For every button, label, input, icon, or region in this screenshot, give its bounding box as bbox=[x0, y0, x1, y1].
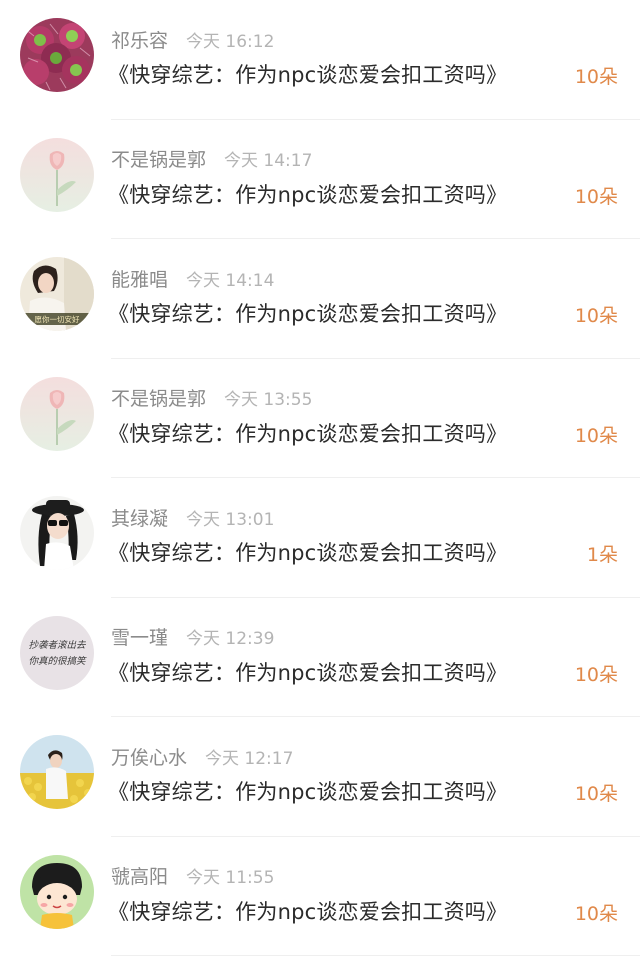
girl-photo-avatar-image: 愿你一切安好 bbox=[20, 257, 94, 331]
list-item[interactable]: 不是锅是郭 今天 13:55 《快穿综艺：作为npc谈恋爱会扣工资吗》 10朵 bbox=[0, 359, 640, 478]
list-item[interactable]: 抄袭者滚出去 你真的很搞笑 雪一瑾 今天 12:39 《快穿综艺：作为npc谈恋… bbox=[0, 598, 640, 717]
book-title[interactable]: 《快穿综艺：作为npc谈恋爱会扣工资吗》 bbox=[108, 774, 507, 810]
flower-count: 10朵 bbox=[574, 424, 618, 447]
book-title[interactable]: 《快穿综艺：作为npc谈恋爱会扣工资吗》 bbox=[108, 416, 507, 452]
list-item[interactable]: 其绿凝 今天 13:01 《快穿综艺：作为npc谈恋爱会扣工资吗》 1朵 bbox=[0, 478, 640, 598]
avatar[interactable] bbox=[20, 854, 94, 929]
divider bbox=[111, 955, 640, 956]
gift-record-list: 祁乐容 今天 16:12 《快穿综艺：作为npc谈恋爱会扣工资吗》 10朵 不是… bbox=[0, 0, 640, 960]
list-item[interactable]: 虢高阳 今天 11:55 《快穿综艺：作为npc谈恋爱会扣工资吗》 10朵 bbox=[0, 837, 640, 956]
avatar[interactable] bbox=[20, 496, 94, 570]
user-name[interactable]: 其绿凝 bbox=[111, 504, 168, 531]
user-name[interactable]: 万俟心水 bbox=[111, 743, 187, 770]
item-meta: 雪一瑾 今天 12:39 bbox=[111, 622, 274, 652]
avatar-handwriting-line1: 抄袭者滚出去 bbox=[28, 639, 87, 651]
timestamp: 今天 14:17 bbox=[224, 151, 313, 171]
list-item[interactable]: 万俟心水 今天 12:17 《快穿综艺：作为npc谈恋爱会扣工资吗》 10朵 bbox=[0, 717, 640, 837]
item-meta: 能雅唱 今天 14:14 bbox=[111, 263, 274, 293]
book-title[interactable]: 《快穿综艺：作为npc谈恋爱会扣工资吗》 bbox=[108, 177, 507, 213]
item-meta: 万俟心水 今天 12:17 bbox=[111, 741, 293, 771]
avatar[interactable] bbox=[20, 735, 94, 809]
book-title[interactable]: 《快穿综艺：作为npc谈恋爱会扣工资吗》 bbox=[108, 894, 507, 930]
flower-count: 10朵 bbox=[574, 663, 618, 686]
book-title[interactable]: 《快穿综艺：作为npc谈恋爱会扣工资吗》 bbox=[108, 57, 507, 93]
user-name[interactable]: 不是锅是郭 bbox=[111, 145, 206, 172]
book-title[interactable]: 《快穿综艺：作为npc谈恋爱会扣工资吗》 bbox=[108, 535, 507, 571]
user-name[interactable]: 雪一瑾 bbox=[111, 623, 168, 650]
item-meta: 其绿凝 今天 13:01 bbox=[111, 502, 274, 532]
list-item[interactable]: 愿你一切安好 能雅唱 今天 14:14 《快穿综艺：作为npc谈恋爱会扣工资吗》… bbox=[0, 239, 640, 359]
flower-field-avatar-image bbox=[20, 735, 94, 809]
book-title[interactable]: 《快穿综艺：作为npc谈恋爱会扣工资吗》 bbox=[108, 655, 507, 691]
handwriting-avatar-image: 抄袭者滚出去 你真的很搞笑 bbox=[20, 615, 94, 690]
avatar[interactable]: 抄袭者滚出去 你真的很搞笑 bbox=[20, 615, 94, 690]
avatar[interactable]: 愿你一切安好 bbox=[20, 257, 94, 331]
avatar-handwriting-line2: 你真的很搞笑 bbox=[28, 655, 87, 667]
tulip-avatar-image bbox=[20, 376, 94, 451]
book-title[interactable]: 《快穿综艺：作为npc谈恋爱会扣工资吗》 bbox=[108, 296, 507, 332]
user-name[interactable]: 不是锅是郭 bbox=[111, 384, 206, 411]
timestamp: 今天 11:55 bbox=[186, 868, 275, 888]
item-meta: 祁乐容 今天 16:12 bbox=[111, 24, 274, 54]
fruit-avatar-image bbox=[20, 18, 94, 92]
timestamp: 今天 13:55 bbox=[224, 390, 313, 410]
flower-count: 10朵 bbox=[574, 902, 618, 925]
avatar[interactable] bbox=[20, 376, 94, 451]
timestamp: 今天 12:39 bbox=[186, 629, 275, 649]
flower-count: 10朵 bbox=[574, 185, 618, 208]
timestamp: 今天 12:17 bbox=[205, 748, 294, 769]
flower-count: 10朵 bbox=[574, 783, 618, 805]
item-meta: 虢高阳 今天 11:55 bbox=[111, 861, 274, 891]
item-meta: 不是锅是郭 今天 13:55 bbox=[111, 383, 312, 413]
cartoon-avatar-image bbox=[20, 854, 94, 929]
tulip-avatar-image bbox=[20, 137, 94, 212]
avatar[interactable] bbox=[20, 137, 94, 212]
user-name[interactable]: 能雅唱 bbox=[111, 265, 168, 292]
avatar[interactable] bbox=[20, 18, 94, 92]
user-name[interactable]: 虢高阳 bbox=[111, 862, 168, 889]
list-item[interactable]: 不是锅是郭 今天 14:17 《快穿综艺：作为npc谈恋爱会扣工资吗》 10朵 bbox=[0, 120, 640, 239]
timestamp: 今天 16:12 bbox=[186, 31, 275, 52]
flower-count: 10朵 bbox=[574, 66, 618, 88]
item-meta: 不是锅是郭 今天 14:17 bbox=[111, 144, 312, 174]
flower-count: 1朵 bbox=[586, 544, 618, 566]
user-name[interactable]: 祁乐容 bbox=[111, 26, 168, 53]
timestamp: 今天 14:14 bbox=[186, 270, 275, 291]
hat-girl-avatar-image bbox=[20, 496, 94, 570]
avatar-caption: 愿你一切安好 bbox=[35, 314, 80, 324]
timestamp: 今天 13:01 bbox=[186, 509, 275, 530]
flower-count: 10朵 bbox=[574, 305, 618, 327]
list-item[interactable]: 祁乐容 今天 16:12 《快穿综艺：作为npc谈恋爱会扣工资吗》 10朵 bbox=[0, 0, 640, 120]
